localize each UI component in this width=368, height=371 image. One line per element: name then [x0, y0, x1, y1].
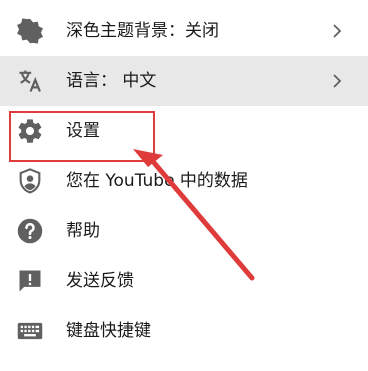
chevron-right-icon: [328, 22, 346, 40]
menu-item-label: 键盘快捷键: [66, 321, 151, 341]
gear-icon: [16, 117, 44, 145]
menu-item-label: 设置: [66, 121, 100, 141]
menu-item-feedback[interactable]: 发送反馈: [0, 256, 368, 306]
menu-item-your-data[interactable]: 您在 YouTube 中的数据: [0, 156, 368, 206]
help-icon: [16, 217, 44, 245]
chevron-right-icon: [328, 72, 346, 90]
menu-item-settings[interactable]: 设置: [0, 106, 368, 156]
shield-person-icon: [16, 167, 44, 195]
feedback-icon: [16, 267, 44, 295]
menu-item-dark-theme[interactable]: 深色主题背景：关闭: [0, 6, 368, 56]
menu-item-language[interactable]: 语言： 中文: [0, 56, 368, 106]
dark-theme-icon: [16, 17, 44, 45]
menu-item-label: 语言： 中文: [66, 71, 157, 91]
keyboard-icon: [16, 317, 44, 345]
menu-item-label: 深色主题背景：关闭: [66, 21, 219, 41]
menu-item-label: 发送反馈: [66, 271, 134, 291]
menu-item-label: 帮助: [66, 221, 100, 241]
settings-menu: 深色主题背景：关闭 语言： 中文 设置 您在 YouTube 中的数据 帮助 发…: [0, 0, 368, 371]
menu-item-help[interactable]: 帮助: [0, 206, 368, 256]
translate-icon: [16, 67, 44, 95]
menu-item-keyboard-shortcuts[interactable]: 键盘快捷键: [0, 306, 368, 356]
menu-item-label: 您在 YouTube 中的数据: [66, 171, 248, 191]
